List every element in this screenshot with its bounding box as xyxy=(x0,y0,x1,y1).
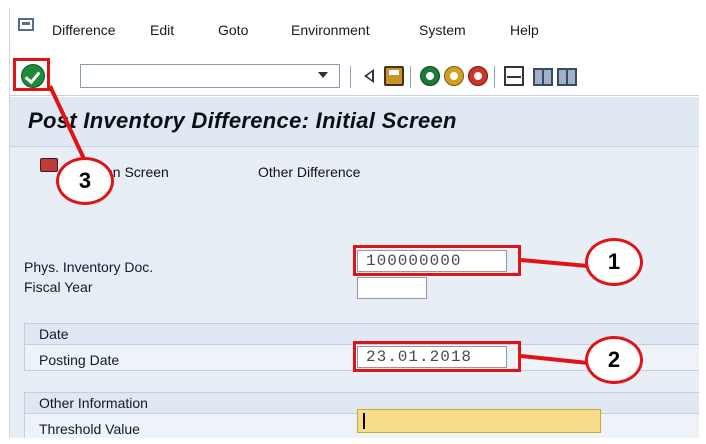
callout-1-line xyxy=(520,258,589,268)
callout-3: 3 xyxy=(56,157,114,205)
callout-2-line xyxy=(520,354,589,365)
callout-3-line xyxy=(48,85,87,162)
callout-1: 1 xyxy=(585,238,643,286)
sap-window: Difference Edit Goto Environment System … xyxy=(9,8,699,438)
callout-2: 2 xyxy=(585,336,643,384)
